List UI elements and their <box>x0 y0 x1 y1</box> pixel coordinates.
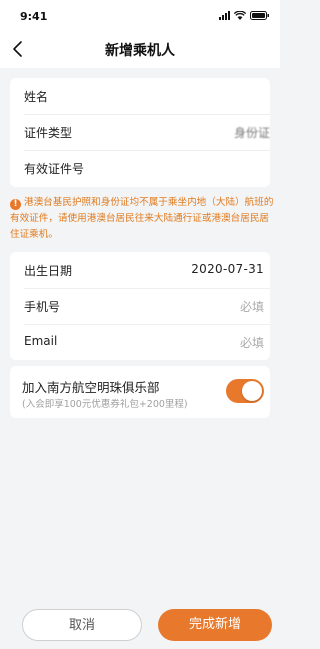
email-input[interactable]: 必填 <box>240 334 264 351</box>
email-row[interactable]: Email 必填 <box>24 324 270 360</box>
wifi-icon <box>234 11 246 20</box>
id-type-row[interactable]: 证件类型 身份证 <box>24 114 270 151</box>
club-card: 加入南方航空明珠俱乐部 (入会即享100元优惠券礼包+200里程) <box>10 366 270 418</box>
confirm-add-button[interactable]: 完成新增 <box>158 609 272 641</box>
signal-icon <box>219 11 230 20</box>
id-type-label: 证件类型 <box>24 126 73 140</box>
club-toggle[interactable] <box>226 379 264 403</box>
status-bar: 9:41 <box>0 0 280 30</box>
page-title: 新增乘机人 <box>105 43 175 59</box>
club-subtitle: (入会即享100元优惠券礼包+200里程) <box>22 399 188 410</box>
status-icons <box>219 11 270 20</box>
identity-card: 姓名 证件类型 身份证 有效证件号 <box>10 78 270 187</box>
birth-date-value[interactable]: 2020-07-31 <box>191 262 264 276</box>
add-passenger-screen: 9:41 新增乘机人 姓名 证件类型 身份证 有效证件号 ! 港澳台基民护照和身… <box>0 0 280 649</box>
email-label: Email <box>24 334 58 348</box>
name-label: 姓名 <box>24 90 49 104</box>
id-notice: ! 港澳台基民护照和身份证均不属于乘坐内地（大陆）航班的有效证件，请使用港澳台居民… <box>10 195 274 243</box>
id-number-row[interactable]: 有效证件号 <box>24 150 270 186</box>
warning-icon: ! <box>10 199 21 210</box>
nav-bar: 新增乘机人 <box>0 30 280 68</box>
phone-row[interactable]: 手机号 必填 <box>24 288 270 325</box>
birth-date-row[interactable]: 出生日期 2020-07-31 <box>24 252 270 289</box>
id-type-value[interactable]: 身份证 <box>234 124 270 141</box>
name-row[interactable]: 姓名 <box>24 78 270 115</box>
phone-input[interactable]: 必填 <box>240 298 264 315</box>
toggle-knob <box>242 381 262 401</box>
cancel-button[interactable]: 取消 <box>22 609 142 641</box>
battery-icon <box>250 11 269 20</box>
phone-label: 手机号 <box>24 300 61 314</box>
id-number-label: 有效证件号 <box>24 162 85 176</box>
contact-card: 出生日期 2020-07-31 手机号 必填 Email 必填 <box>10 252 270 360</box>
notice-text: 港澳台基民护照和身份证均不属于乘坐内地（大陆）航班的有效证件，请使用港澳台居民往… <box>10 197 274 240</box>
status-time: 9:41 <box>20 10 48 23</box>
club-title: 加入南方航空明珠俱乐部 <box>22 380 160 395</box>
birth-date-label: 出生日期 <box>24 264 73 278</box>
